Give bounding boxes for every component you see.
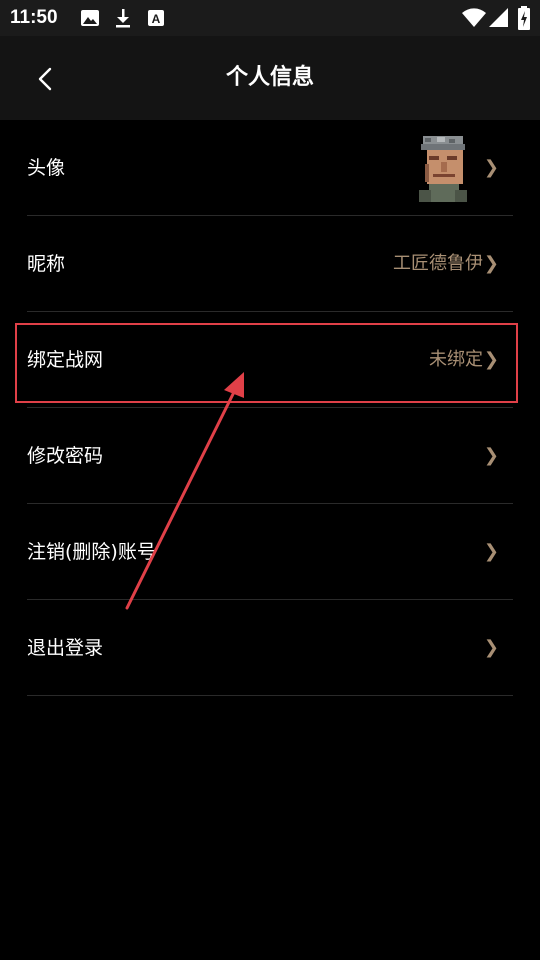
annotation-arrow-icon bbox=[125, 372, 244, 610]
